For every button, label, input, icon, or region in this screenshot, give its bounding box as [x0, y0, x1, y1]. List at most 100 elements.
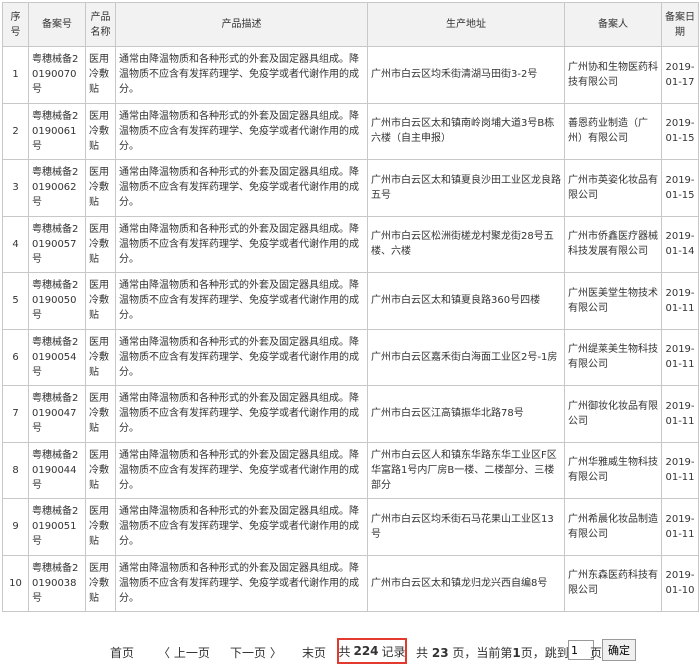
next-page-link[interactable]: 下一页 〉: [230, 644, 282, 661]
row-date: 2019-01-11: [661, 272, 699, 330]
total-records-badge: 共 224 记录: [337, 638, 407, 664]
pages-prefix: 共: [416, 646, 429, 660]
pages-info: 共 23 页，当前第1页，跳到: [416, 644, 569, 661]
row-record-no: 粤穗械备20190062号: [28, 159, 86, 217]
row-index: 2: [2, 102, 29, 160]
total-prefix: 共: [338, 644, 351, 659]
row-filer: 广州希晨化妆品制造有限公司: [564, 498, 662, 556]
row-filer: 广州东森医药科技有限公司: [564, 554, 662, 612]
row-record-no: 粤穗械备20190038号: [28, 554, 86, 612]
header-date: 备案日期: [661, 2, 699, 47]
row-date: 2019-01-10: [661, 554, 699, 612]
row-product-name: 医用冷敷贴: [85, 498, 116, 556]
table-row: 3 粤穗械备20190062号 医用冷敷贴 通常由降温物质和各种形式的外套及固定器具组…: [2, 159, 699, 217]
row-address: 广州市白云区太和镇南岭岗埔大道3号B栋六楼（自主申报）: [367, 102, 565, 160]
row-record-no: 粤穗械备20190054号: [28, 328, 86, 386]
jump-label: 页，跳到: [520, 646, 569, 660]
row-address: 广州市白云区人和镇东华路东华工业区F区华富路1号内厂房B一楼、二楼部分、三楼部分: [367, 441, 565, 499]
row-date: 2019-01-11: [661, 498, 699, 556]
table-row: 6 粤穗械备20190054号 医用冷敷贴 通常由降温物质和各种形式的外套及固定器具组…: [2, 328, 699, 386]
table-row: 8 粤穗械备20190044号 医用冷敷贴 通常由降温物质和各种形式的外套及固定器具组…: [2, 441, 699, 499]
table-header-row: 序号 备案号 产品名称 产品描述 生产地址 备案人 备案日期: [2, 2, 699, 47]
row-description: 通常由降温物质和各种形式的外套及固定器具组成。降温物质不应含有发挥药理学、免疫学…: [115, 328, 368, 386]
row-index: 7: [2, 385, 29, 443]
row-description: 通常由降温物质和各种形式的外套及固定器具组成。降温物质不应含有发挥药理学、免疫学…: [115, 272, 368, 330]
row-product-name: 医用冷敷贴: [85, 46, 116, 104]
table-row: 9 粤穗械备20190051号 医用冷敷贴 通常由降温物质和各种形式的外套及固定器具组…: [2, 498, 699, 556]
header-filer: 备案人: [564, 2, 662, 47]
row-product-name: 医用冷敷贴: [85, 159, 116, 217]
row-index: 4: [2, 215, 29, 273]
table-row: 10 粤穗械备20190038号 医用冷敷贴 通常由降温物质和各种形式的外套及固定器具…: [2, 554, 699, 612]
row-filer: 广州医美堂生物技术有限公司: [564, 272, 662, 330]
current-page: 1: [512, 646, 521, 660]
row-product-name: 医用冷敷贴: [85, 441, 116, 499]
row-filer: 广州协和生物医药科技有限公司: [564, 46, 662, 104]
header-address: 生产地址: [367, 2, 565, 47]
pagination-bar: 首页 〈 上一页 下一页 〉 末页 共 224 记录 共 23 页，当前第1页，…: [0, 638, 700, 666]
row-address: 广州市白云区太和镇龙归龙兴西自编8号: [367, 554, 565, 612]
total-suffix: 记录: [381, 644, 406, 659]
row-date: 2019-01-15: [661, 159, 699, 217]
row-address: 广州市白云区江高镇振华北路78号: [367, 385, 565, 443]
row-description: 通常由降温物质和各种形式的外套及固定器具组成。降温物质不应含有发挥药理学、免疫学…: [115, 498, 368, 556]
table-row: 2 粤穗械备20190061号 医用冷敷贴 通常由降温物质和各种形式的外套及固定器具组…: [2, 102, 699, 160]
row-date: 2019-01-15: [661, 102, 699, 160]
row-filer: 善恩药业制造（广州）有限公司: [564, 102, 662, 160]
header-description: 产品描述: [115, 2, 368, 47]
page: 序号 备案号 产品名称 产品描述 生产地址 备案人 备案日期 1 粤穗械备2019…: [0, 0, 700, 668]
row-filer: 广州市侨鑫医疗器械科技发展有限公司: [564, 215, 662, 273]
row-description: 通常由降温物质和各种形式的外套及固定器具组成。降温物质不应含有发挥药理学、免疫学…: [115, 102, 368, 160]
row-description: 通常由降温物质和各种形式的外套及固定器具组成。降温物质不应含有发挥药理学、免疫学…: [115, 441, 368, 499]
row-date: 2019-01-17: [661, 46, 699, 104]
row-index: 1: [2, 46, 29, 104]
row-date: 2019-01-14: [661, 215, 699, 273]
header-record-no: 备案号: [28, 2, 86, 47]
row-date: 2019-01-11: [661, 385, 699, 443]
row-description: 通常由降温物质和各种形式的外套及固定器具组成。降温物质不应含有发挥药理学、免疫学…: [115, 554, 368, 612]
row-index: 8: [2, 441, 29, 499]
row-description: 通常由降温物质和各种形式的外套及固定器具组成。降温物质不应含有发挥药理学、免疫学…: [115, 159, 368, 217]
row-product-name: 医用冷敷贴: [85, 385, 116, 443]
jump-unit: 页: [590, 646, 603, 660]
row-product-name: 医用冷敷贴: [85, 328, 116, 386]
row-index: 3: [2, 159, 29, 217]
row-record-no: 粤穗械备20190044号: [28, 441, 86, 499]
row-product-name: 医用冷敷贴: [85, 215, 116, 273]
header-index: 序号: [2, 2, 29, 47]
row-address: 广州市白云区嘉禾街白海面工业区2号-1房: [367, 328, 565, 386]
row-index: 10: [2, 554, 29, 612]
header-product-name: 产品名称: [85, 2, 116, 47]
last-page-link[interactable]: 末页: [302, 644, 326, 661]
row-index: 6: [2, 328, 29, 386]
total-count: 224: [353, 644, 379, 658]
row-filer: 广州华雅威生物科技有限公司: [564, 441, 662, 499]
row-index: 9: [2, 498, 29, 556]
row-date: 2019-01-11: [661, 328, 699, 386]
table-row: 7 粤穗械备20190047号 医用冷敷贴 通常由降温物质和各种形式的外套及固定器具组…: [2, 385, 699, 443]
pages-mid: 页，当前第: [452, 646, 513, 660]
row-filer: 广州御妆化妆品有限公司: [564, 385, 662, 443]
row-address: 广州市白云区均禾街石马花果山工业区13号: [367, 498, 565, 556]
confirm-button[interactable]: 确定: [602, 639, 636, 661]
row-record-no: 粤穗械备20190047号: [28, 385, 86, 443]
row-product-name: 医用冷敷贴: [85, 554, 116, 612]
row-date: 2019-01-11: [661, 441, 699, 499]
table-row: 1 粤穗械备20190070号 医用冷敷贴 通常由降温物质和各种形式的外套及固定器具组…: [2, 46, 699, 104]
row-address: 广州市白云区松洲街槎龙村聚龙街28号五楼、六楼: [367, 215, 565, 273]
row-record-no: 粤穗械备20190070号: [28, 46, 86, 104]
pages-count: 23: [431, 646, 449, 660]
row-description: 通常由降温物质和各种形式的外套及固定器具组成。降温物质不应含有发挥药理学、免疫学…: [115, 46, 368, 104]
first-page-link[interactable]: 首页: [110, 644, 134, 661]
row-address: 广州市白云区均禾街清湖马田街3-2号: [367, 46, 565, 104]
row-record-no: 粤穗械备20190061号: [28, 102, 86, 160]
row-description: 通常由降温物质和各种形式的外套及固定器具组成。降温物质不应含有发挥药理学、免疫学…: [115, 385, 368, 443]
row-record-no: 粤穗械备20190051号: [28, 498, 86, 556]
prev-page-link[interactable]: 〈 上一页: [158, 644, 210, 661]
row-record-no: 粤穗械备20190050号: [28, 272, 86, 330]
row-address: 广州市白云区太和镇夏良路360号四楼: [367, 272, 565, 330]
table-body: 1 粤穗械备20190070号 医用冷敷贴 通常由降温物质和各种形式的外套及固定器具组…: [2, 46, 699, 612]
row-address: 广州市白云区太和镇夏良沙田工业区龙良路五号: [367, 159, 565, 217]
table-row: 5 粤穗械备20190050号 医用冷敷贴 通常由降温物质和各种形式的外套及固定器具组…: [2, 272, 699, 330]
table-row: 4 粤穗械备20190057号 医用冷敷贴 通常由降温物质和各种形式的外套及固定器具组…: [2, 215, 699, 273]
